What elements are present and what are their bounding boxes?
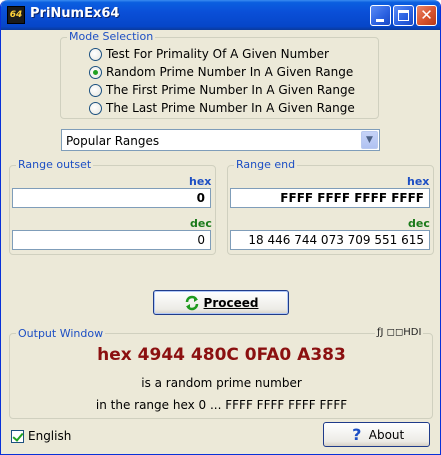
mode-option-label: Random Prime Number In A Given Range [106,65,354,79]
refresh-icon [185,295,198,310]
title-bar[interactable]: 64 PriNumEx64 ✕ [1,0,440,30]
dropdown-selected-value: Popular Ranges [66,134,160,148]
close-icon: ✕ [420,6,433,24]
radio-button[interactable] [89,47,102,61]
mode-option-label: The First Prime Number In A Given Range [106,83,355,97]
app-logo-icon: 64 [7,6,25,24]
minimize-icon [376,19,384,22]
maximize-button[interactable] [393,5,414,26]
radio-button[interactable] [89,83,102,97]
close-button[interactable]: ✕ [416,5,437,26]
end-hex-field[interactable]: FFFF FFFF FFFF FFFF [230,188,430,208]
chevron-down-icon[interactable]: ▼ [361,131,378,149]
mode-option-label: The Last Prime Number In A Given Range [106,101,355,115]
english-checkbox-row[interactable]: English [11,429,71,443]
window-title: PriNumEx64 [30,6,120,21]
english-label: English [28,429,72,443]
mode-option-last[interactable]: The Last Prime Number In A Given Range [89,100,355,116]
proceed-label: Proceed [203,295,259,310]
radio-button-selected[interactable] [89,65,102,79]
minimize-button[interactable] [370,5,391,26]
end-dec-label: dec [408,217,430,230]
output-range-text: in the range hex 0 ... FFFF FFFF FFFF FF… [95,398,348,412]
help-question-icon: ? [352,424,362,444]
end-hex-label: hex [407,175,430,188]
outset-dec-label: dec [190,217,212,230]
output-description: is a random prime number [141,376,302,390]
outset-hex-field[interactable]: 0 [12,188,211,208]
mode-option-first[interactable]: The First Prime Number In A Given Range [89,82,355,98]
mode-selection-legend: Mode Selection [67,30,156,43]
app-window: 64 PriNumEx64 ✕ Mode Selection Test For … [0,0,441,455]
english-checkbox[interactable] [11,429,24,443]
output-status-text: ƒJ ◻◻HDI [375,327,424,338]
mode-option-primality[interactable]: Test For Primality Of A Given Number [89,46,329,62]
popular-ranges-dropdown[interactable]: Popular Ranges ▼ [61,129,380,151]
output-window-legend: Output Window [16,327,106,340]
radio-button[interactable] [89,101,102,115]
mode-option-random[interactable]: Random Prime Number In A Given Range [89,64,353,80]
about-label: About [368,427,405,442]
range-outset-legend: Range outset [16,158,94,171]
mode-option-label: Test For Primality Of A Given Number [106,47,329,61]
range-end-legend: Range end [234,158,298,171]
end-dec-field[interactable]: 18 446 744 073 709 551 615 [230,230,430,250]
outset-dec-field[interactable]: 0 [12,230,211,250]
outset-hex-label: hex [189,175,212,188]
proceed-button[interactable]: Proceed [153,290,289,315]
about-button[interactable]: ? About [323,422,430,447]
output-result: hex 4944 480C 0FA0 A383 [97,345,346,365]
maximize-icon [398,10,409,21]
